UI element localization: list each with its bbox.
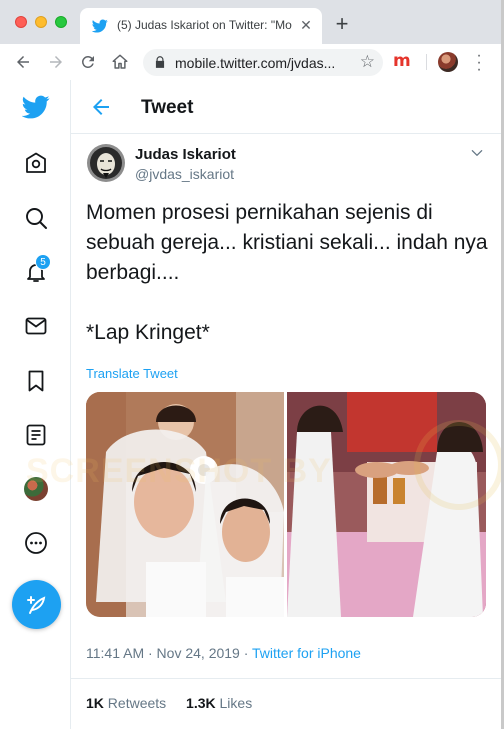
forward-arrow-icon (50, 56, 62, 68)
tab-close-icon[interactable]: ✕ (298, 17, 314, 33)
home-button[interactable] (108, 50, 132, 74)
more-menu-icon[interactable] (22, 529, 50, 557)
browser-chrome: (5) Judas Iskariot on Twitter: "Mo ✕ + m… (0, 0, 504, 79)
likes-count: 1.3K (186, 695, 216, 711)
lock-icon (155, 56, 165, 68)
tab-title: (5) Judas Iskariot on Twitter: "Mo (117, 18, 292, 32)
back-button[interactable] (11, 50, 35, 74)
page-title: Tweet (141, 97, 194, 118)
tweet-source-link[interactable]: Twitter for iPhone (252, 645, 361, 661)
wedding-photo-left[interactable] (86, 392, 284, 617)
tweet-meta: 11:41 AM · Nov 24, 2019 · Twitter for iP… (86, 645, 361, 661)
chevron-down-icon[interactable] (470, 146, 484, 160)
home-icon (112, 54, 128, 69)
author-handle[interactable]: @jvdas_iskariot (135, 166, 234, 182)
browser-menu-icon[interactable]: · · · (474, 48, 484, 78)
author-name[interactable]: Judas Iskariot (135, 146, 236, 163)
url-text: mobile.twitter.com/jvdas... (175, 55, 336, 71)
bookmarks-icon[interactable] (22, 367, 50, 395)
likes-stat[interactable]: 1.3K Likes (186, 695, 252, 711)
watermark-text: SCREENSHOT BY (26, 452, 332, 490)
address-bar[interactable]: mobile.twitter.com/jvdas... ☆ (143, 49, 383, 76)
back-arrow-icon (17, 56, 29, 68)
back-arrow-icon[interactable] (89, 95, 113, 119)
maximize-window-button[interactable] (55, 16, 67, 28)
extension-m-icon[interactable]: m (393, 53, 411, 70)
tweet-timestamp[interactable]: 11:41 AM · Nov 24, 2019 · (86, 645, 252, 661)
forward-button[interactable] (44, 50, 68, 74)
likes-label: Likes (219, 695, 253, 711)
retweets-stat[interactable]: 1K Retweets (86, 695, 166, 711)
tweet-stats: 1K Retweets 1.3K Likes (86, 695, 268, 711)
close-window-button[interactable] (15, 16, 27, 28)
tab-strip: (5) Judas Iskariot on Twitter: "Mo ✕ + (0, 0, 504, 44)
sidebar-nav: 5 (0, 80, 71, 729)
twitter-favicon-icon (92, 19, 108, 33)
notification-badge: 5 (35, 254, 51, 270)
main-column: Tweet Judas Iskariot @jvdas_iskariot Mom… (71, 80, 504, 729)
lists-icon[interactable] (22, 421, 50, 449)
home-nav-icon[interactable] (22, 149, 50, 177)
page-header: Tweet (71, 80, 504, 134)
twitter-page: 5 Tweet Judas Iskariot @jvdas_iskariot M… (0, 80, 504, 729)
retweets-label: Retweets (107, 695, 167, 711)
bookmark-star-icon[interactable]: ☆ (360, 52, 375, 72)
minimize-window-button[interactable] (35, 16, 47, 28)
browser-toolbar: mobile.twitter.com/jvdas... ☆ m · · · (0, 44, 504, 79)
explore-search-icon[interactable] (22, 204, 50, 232)
retweets-count: 1K (86, 695, 104, 711)
compose-tweet-button[interactable] (12, 580, 61, 629)
messages-envelope-icon[interactable] (22, 312, 50, 340)
browser-tab[interactable]: (5) Judas Iskariot on Twitter: "Mo ✕ (80, 8, 322, 44)
quill-icon (26, 595, 45, 614)
tweet-media[interactable] (86, 392, 486, 617)
reload-button[interactable] (76, 50, 100, 74)
toolbar-divider (426, 54, 427, 70)
divider (71, 678, 504, 679)
reload-icon (81, 55, 94, 68)
tweet-text: Momen prosesi pernikahan sejenis di sebu… (86, 201, 488, 344)
profile-avatar[interactable] (438, 52, 458, 72)
watermark-seal (414, 420, 504, 510)
author-avatar[interactable] (87, 144, 125, 182)
twitter-logo-icon[interactable] (22, 93, 50, 121)
new-tab-button[interactable]: + (332, 13, 352, 35)
translate-tweet-link[interactable]: Translate Tweet (86, 366, 178, 381)
